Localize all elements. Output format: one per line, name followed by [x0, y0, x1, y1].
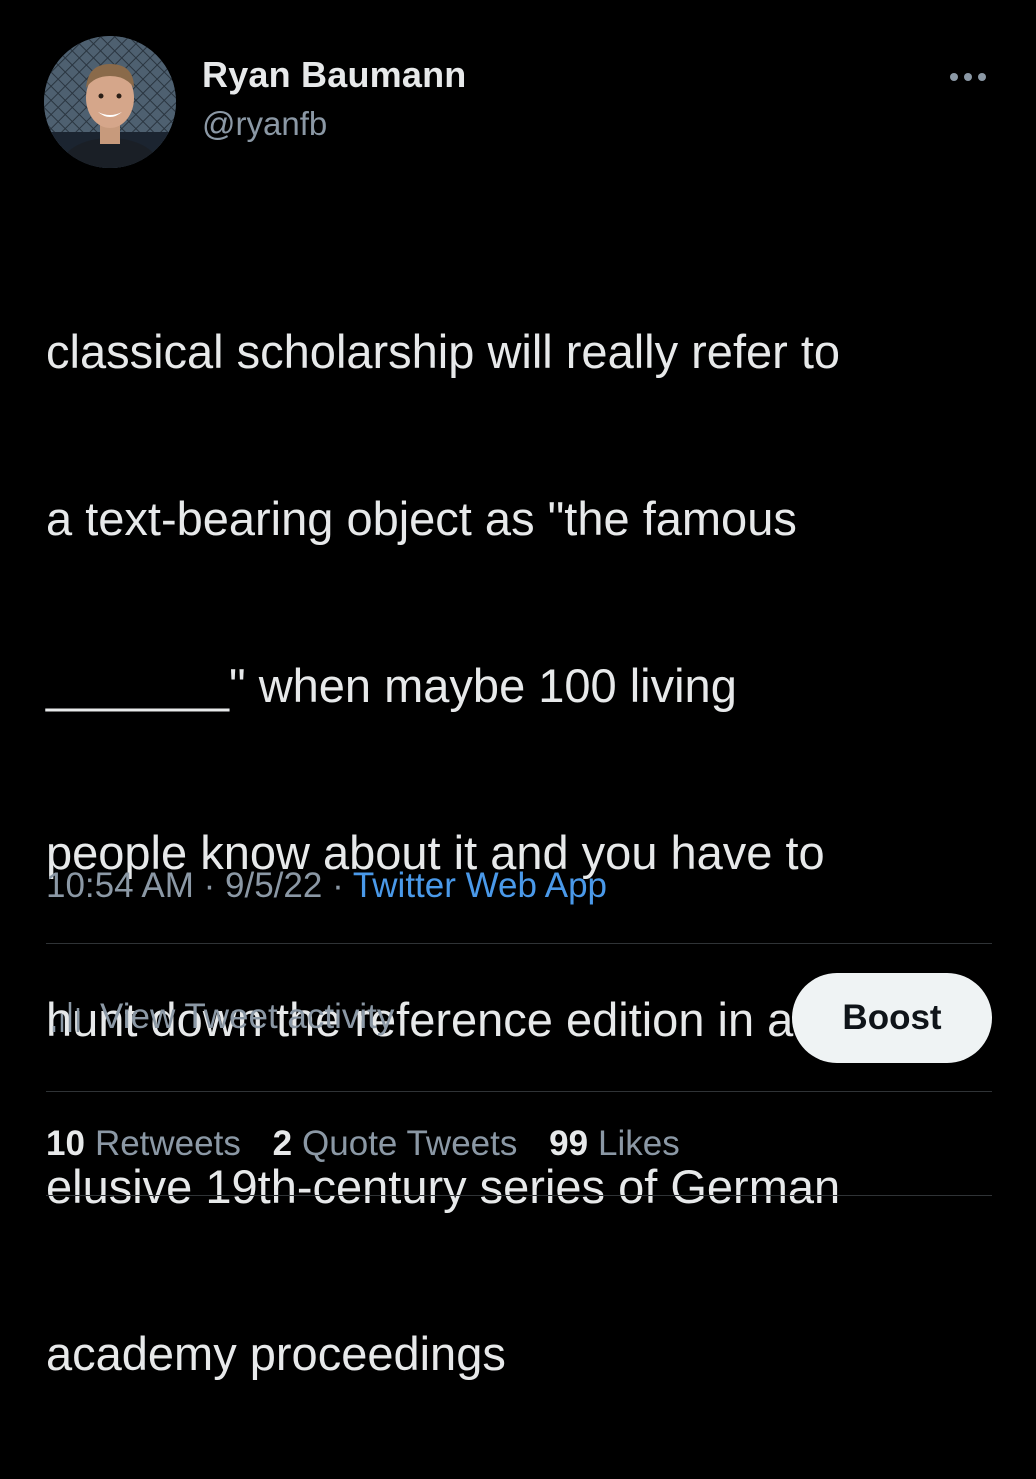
view-tweet-activity-label: View Tweet activity [100, 996, 395, 1036]
tweet-time[interactable]: 10:54 AM [46, 866, 194, 905]
likes-count: 99 [549, 1124, 589, 1163]
quote-tweets-label: Quote Tweets [302, 1124, 518, 1163]
author-name[interactable]: Ryan Baumann [202, 54, 466, 96]
divider [46, 943, 992, 944]
view-tweet-activity-button[interactable]: View Tweet activity [50, 994, 394, 1039]
likes-label: Likes [598, 1124, 680, 1163]
quote-tweets-stat[interactable]: 2 Quote Tweets [273, 1124, 518, 1163]
meta-separator: · [203, 866, 216, 905]
tweet-date[interactable]: 9/5/22 [225, 866, 322, 905]
author-handle[interactable]: @ryanfb [202, 105, 327, 143]
avatar[interactable] [44, 36, 176, 168]
quote-tweets-count: 2 [272, 1124, 293, 1163]
tweet-text: classical scholarship will really refer … [46, 226, 1006, 1479]
meta-separator: · [332, 866, 344, 905]
tweet-source-link[interactable]: Twitter Web App [353, 866, 607, 905]
bar-chart-icon [50, 994, 82, 1039]
tweet-detail: Ryan Baumann @ryanfb classical scholarsh… [0, 0, 1036, 1380]
divider [46, 1091, 992, 1092]
likes-stat[interactable]: 99 Likes [549, 1124, 680, 1163]
tweet-line: classical scholarship will really refer … [46, 324, 841, 378]
tweet-stats: 10 Retweets 2 Quote Tweets 99 Likes [46, 1124, 702, 1164]
tweet-line: academy proceedings [46, 1326, 506, 1380]
retweets-count: 10 [46, 1124, 85, 1163]
tweet-metadata: 10:54 AM · 9/5/22 · Twitter Web App [46, 866, 607, 906]
tweet-line: a text-bearing object as "the famous [46, 491, 797, 545]
divider [46, 1195, 992, 1196]
profile-photo-icon [44, 36, 176, 168]
retweets-stat[interactable]: 10 Retweets [46, 1124, 241, 1163]
retweets-label: Retweets [94, 1124, 241, 1163]
boost-button[interactable]: Boost [792, 973, 992, 1063]
more-horizontal-icon[interactable] [944, 62, 992, 92]
tweet-line: _______" when maybe 100 living [46, 658, 737, 712]
